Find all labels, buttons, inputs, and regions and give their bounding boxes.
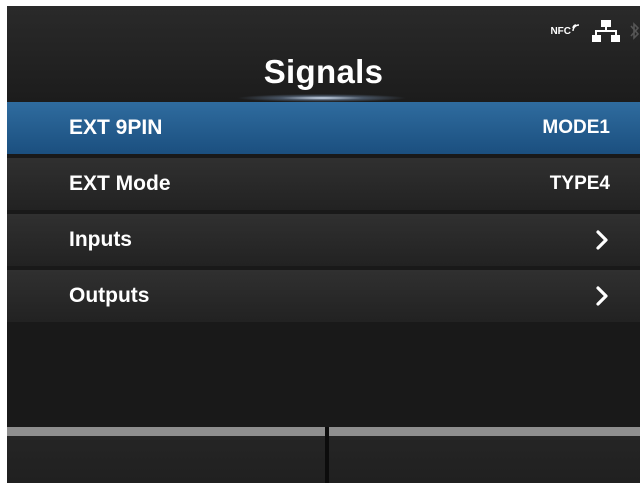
nfc-icon: NFC — [550, 23, 582, 37]
status-icons: NFC — [550, 16, 640, 46]
softkey-right[interactable] — [329, 427, 640, 483]
softkey-bar — [7, 427, 640, 483]
nfc-label: NFC — [550, 25, 571, 37]
title-underline-glow — [237, 94, 407, 102]
page-title: Signals — [263, 53, 384, 90]
printer-screen: NFC Signals EXT 9PIN MODE1 EXT Mode TYPE… — [7, 6, 640, 483]
menu-list: EXT 9PIN MODE1 EXT Mode TYPE4 Inputs Out… — [7, 102, 640, 326]
menu-item-label: EXT Mode — [69, 172, 171, 195]
menu-item-outputs[interactable]: Outputs — [7, 270, 640, 322]
menu-item-label: Inputs — [69, 228, 132, 251]
softkey-left[interactable] — [7, 427, 325, 483]
bluetooth-icon — [630, 22, 640, 40]
menu-item-ext-9pin[interactable]: EXT 9PIN MODE1 — [7, 102, 640, 154]
menu-item-value: TYPE4 — [549, 173, 610, 194]
chevron-right-icon — [596, 230, 608, 250]
menu-item-ext-mode[interactable]: EXT Mode TYPE4 — [7, 158, 640, 210]
softkey-right-indicator — [329, 427, 640, 436]
menu-item-value: MODE1 — [542, 117, 610, 138]
header-bar: NFC Signals — [7, 6, 640, 102]
chevron-right-icon — [596, 286, 608, 306]
softkey-left-indicator — [7, 427, 325, 436]
menu-item-label: EXT 9PIN — [69, 116, 163, 139]
menu-item-label: Outputs — [69, 284, 150, 307]
network-icon — [592, 20, 620, 42]
menu-item-inputs[interactable]: Inputs — [7, 214, 640, 266]
